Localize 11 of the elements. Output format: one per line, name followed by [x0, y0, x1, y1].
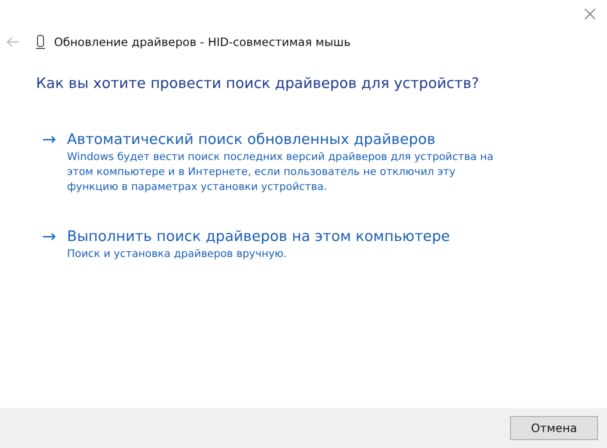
arrow-icon: → — [42, 130, 67, 195]
option-description: Windows будет вести поиск последних версий драйверов для устройства на этом компьютере и в Интернете, если пользователь не отключил эту функцию в параметрах установки устройства. — [67, 150, 494, 195]
window-title: Обновление драйверов - HID-совместимая мышь — [54, 35, 351, 49]
mouse-device-icon — [36, 35, 45, 49]
cancel-button[interactable]: Отмена — [510, 416, 598, 440]
option-link[interactable]: Выполнить поиск драйверов на этом компьютере — [67, 227, 497, 247]
page-heading: Как вы хотите провести поиск драйверов для устройств? — [36, 76, 480, 92]
arrow-icon: → — [42, 227, 67, 262]
option-description: Поиск и установка драйверов вручную. — [67, 247, 288, 262]
option-link[interactable]: Автоматический поиск обновленных драйверов — [67, 130, 497, 150]
close-icon[interactable] — [584, 8, 596, 20]
